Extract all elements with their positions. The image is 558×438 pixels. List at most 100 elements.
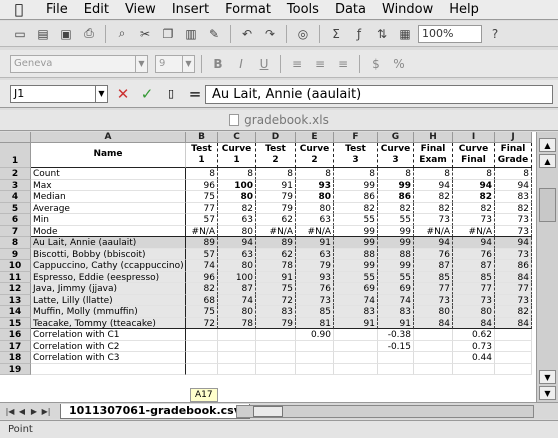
data-cell[interactable]: 77 xyxy=(453,283,495,295)
row-header[interactable]: 4 xyxy=(0,191,31,203)
data-cell[interactable]: 88 xyxy=(334,249,378,260)
data-cell[interactable]: 63 xyxy=(296,249,334,260)
data-cell[interactable]: 63 xyxy=(218,214,256,226)
header-cell[interactable]: Test 1 xyxy=(186,143,218,168)
data-cell[interactable]: 100 xyxy=(218,180,256,191)
cancel-icon[interactable]: ✕ xyxy=(114,85,132,103)
paste-icon[interactable]: ▥ xyxy=(181,24,201,44)
data-cell[interactable]: 82 xyxy=(334,203,378,214)
data-cell[interactable] xyxy=(495,352,532,364)
help-icon[interactable]: ? xyxy=(485,24,505,44)
data-cell[interactable]: 73 xyxy=(495,214,532,226)
bold-button[interactable]: B xyxy=(208,55,228,73)
data-cell[interactable]: 73 xyxy=(495,295,532,306)
data-cell[interactable]: 63 xyxy=(296,214,334,226)
cut-icon[interactable]: ✂ xyxy=(135,24,155,44)
data-cell[interactable]: 79 xyxy=(256,318,296,329)
data-cell[interactable]: 82 xyxy=(495,306,532,318)
row-header[interactable]: 10 xyxy=(0,260,31,272)
data-cell[interactable]: 80 xyxy=(218,226,256,237)
data-cell[interactable]: 8 xyxy=(453,168,495,180)
data-cell[interactable]: 8 xyxy=(414,168,453,180)
data-cell[interactable]: 72 xyxy=(186,318,218,329)
data-cell[interactable]: 91 xyxy=(256,180,296,191)
row-label-cell[interactable]: Correlation with C3 xyxy=(31,352,186,364)
row-header[interactable]: 2 xyxy=(0,168,31,180)
row-header[interactable]: 7 xyxy=(0,226,31,237)
format-painter-icon[interactable]: ✎ xyxy=(204,24,224,44)
data-cell[interactable]: #N/A xyxy=(186,226,218,237)
header-cell[interactable]: Test 2 xyxy=(256,143,296,168)
row-header[interactable]: 19 xyxy=(0,364,31,375)
row-label-cell[interactable]: Count xyxy=(31,168,186,180)
edit-formula-icon[interactable]: ▯ xyxy=(162,87,180,100)
data-cell[interactable]: 96 xyxy=(186,272,218,283)
data-cell[interactable]: 96 xyxy=(186,180,218,191)
preview-icon[interactable]: ⌕ xyxy=(112,24,132,44)
row-label-cell[interactable]: Latte, Lilly (llatte) xyxy=(31,295,186,306)
menu-edit[interactable]: Edit xyxy=(76,2,117,17)
data-cell[interactable]: 84 xyxy=(495,318,532,329)
row-label-cell[interactable]: Espresso, Eddie (eespresso) xyxy=(31,272,186,283)
data-cell[interactable]: 57 xyxy=(186,214,218,226)
column-header-g[interactable]: G xyxy=(378,132,414,143)
row-label-cell[interactable]: Max xyxy=(31,180,186,191)
data-cell[interactable]: 74 xyxy=(378,295,414,306)
row-header[interactable]: 9 xyxy=(0,249,31,260)
data-cell[interactable]: 82 xyxy=(414,203,453,214)
data-cell[interactable]: 94 xyxy=(218,237,256,249)
align-left-button[interactable]: ≡ xyxy=(287,55,307,73)
data-cell[interactable]: 79 xyxy=(256,203,296,214)
row-header[interactable]: 18 xyxy=(0,352,31,364)
data-cell[interactable] xyxy=(296,364,334,375)
data-cell[interactable]: 75 xyxy=(186,191,218,203)
currency-button[interactable]: $ xyxy=(366,55,386,73)
menu-window[interactable]: Window xyxy=(374,2,441,17)
column-header-b[interactable]: B xyxy=(186,132,218,143)
header-cell[interactable]: Curve Final xyxy=(453,143,495,168)
column-header-j[interactable]: J xyxy=(495,132,532,143)
data-cell[interactable]: 63 xyxy=(218,249,256,260)
horizontal-scrollbar[interactable] xyxy=(236,405,534,418)
data-cell[interactable]: 93 xyxy=(296,180,334,191)
data-cell[interactable] xyxy=(256,364,296,375)
equals-icon[interactable]: = xyxy=(186,85,204,103)
data-cell[interactable]: 91 xyxy=(296,237,334,249)
row-header[interactable]: 6 xyxy=(0,214,31,226)
scroll-thumb[interactable] xyxy=(539,188,556,222)
data-cell[interactable]: 91 xyxy=(334,318,378,329)
data-cell[interactable]: 73 xyxy=(495,249,532,260)
data-cell[interactable] xyxy=(414,364,453,375)
header-cell[interactable]: Curve 2 xyxy=(296,143,334,168)
data-cell[interactable]: 87 xyxy=(218,283,256,295)
header-cell[interactable]: Test 3 xyxy=(334,143,378,168)
header-cell[interactable]: Final Exam xyxy=(414,143,453,168)
data-cell[interactable]: 8 xyxy=(256,168,296,180)
data-cell[interactable]: 8 xyxy=(296,168,334,180)
row-label-cell[interactable] xyxy=(31,364,186,375)
header-cell[interactable]: Final Grade xyxy=(495,143,532,168)
data-cell[interactable]: 8 xyxy=(218,168,256,180)
data-cell[interactable]: 82 xyxy=(378,203,414,214)
data-cell[interactable] xyxy=(495,341,532,352)
data-cell[interactable]: 85 xyxy=(296,306,334,318)
data-cell[interactable]: 80 xyxy=(296,203,334,214)
data-cell[interactable]: 94 xyxy=(495,180,532,191)
data-cell[interactable]: 80 xyxy=(296,191,334,203)
data-cell[interactable]: 80 xyxy=(453,306,495,318)
row-header[interactable]: 17 xyxy=(0,341,31,352)
data-cell[interactable]: 82 xyxy=(453,191,495,203)
data-cell[interactable]: 94 xyxy=(495,237,532,249)
data-cell[interactable]: 93 xyxy=(296,272,334,283)
data-cell[interactable]: 62 xyxy=(256,214,296,226)
data-cell[interactable]: 87 xyxy=(414,260,453,272)
data-cell[interactable]: 80 xyxy=(414,306,453,318)
data-cell[interactable] xyxy=(186,352,218,364)
data-cell[interactable]: 99 xyxy=(378,260,414,272)
data-cell[interactable]: 83 xyxy=(334,306,378,318)
data-cell[interactable]: #N/A xyxy=(256,226,296,237)
data-cell[interactable]: 91 xyxy=(256,272,296,283)
data-cell[interactable]: 84 xyxy=(453,318,495,329)
row-header[interactable]: 5 xyxy=(0,203,31,214)
data-cell[interactable] xyxy=(296,341,334,352)
